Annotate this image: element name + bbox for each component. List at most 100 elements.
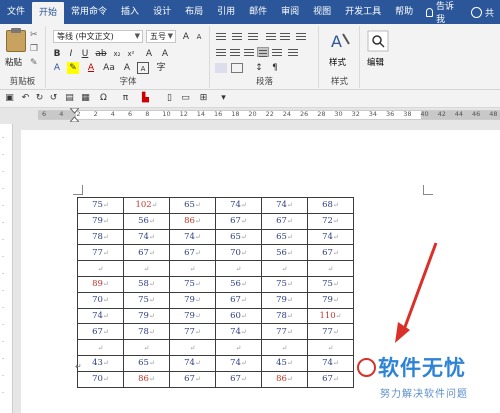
vertical-ruler[interactable]: · · · · · · · · · · · · · · · · [0, 124, 13, 413]
numbering-icon[interactable] [231, 31, 243, 41]
table-cell[interactable]: 79↵ [307, 291, 354, 309]
strikethrough-icon[interactable]: ab [95, 48, 107, 60]
user-icon[interactable] [471, 6, 482, 18]
table-cell[interactable]: 74↵ [169, 228, 216, 246]
styles-icon[interactable]: A [329, 30, 351, 52]
table-cell[interactable]: 67↵ [215, 291, 262, 309]
table-cell[interactable]: 67↵ [261, 212, 308, 230]
table-cell[interactable]: 89↵ [77, 275, 124, 293]
table-cell[interactable]: 78↵ [261, 307, 308, 325]
clear-format-icon[interactable]: A [143, 48, 155, 60]
shrink-font-icon[interactable]: A [193, 31, 205, 43]
table-cell[interactable]: 79↵ [261, 291, 308, 309]
table-cell[interactable]: 65↵ [261, 228, 308, 246]
table-cell[interactable]: 65↵ [215, 228, 262, 246]
data-table[interactable]: 75↵ 102↵ 65↵ 74↵ 74↵ 68↵ 79↵ 56↵ 86↵ 67↵ 67↵ 72↵ 78↵… [77, 197, 354, 388]
table-cell[interactable]: 56↵ [261, 244, 308, 262]
table-cell[interactable]: 77↵ [169, 323, 216, 341]
table-cell[interactable]: 70↵ [215, 244, 262, 262]
table-cell[interactable]: 67↵ [215, 370, 262, 388]
table-cell[interactable]: 74↵ [169, 354, 216, 372]
superscript-icon[interactable]: x² [125, 48, 137, 60]
multilevel-list-icon[interactable] [247, 31, 259, 41]
table-cell[interactable]: 72↵ [307, 212, 354, 230]
table-cell[interactable]: 75↵ [77, 197, 124, 214]
align-left-icon[interactable] [215, 47, 227, 57]
paste-icon[interactable] [6, 28, 26, 52]
table-cell[interactable]: 75↵ [123, 291, 170, 309]
phonetic-icon[interactable]: 字 [155, 62, 167, 74]
share-label[interactable]: 共 [485, 6, 494, 19]
tab-5[interactable]: 布局 [178, 0, 210, 24]
undo-icon[interactable]: ↶ [20, 93, 31, 104]
font-name-select[interactable]: 等线 (中文正文) ▼ [53, 30, 143, 43]
tab-9[interactable]: 视图 [306, 0, 338, 24]
insert-table-icon[interactable]: ▦ [80, 93, 91, 104]
table-cell[interactable]: ↵ [77, 339, 124, 356]
table-cell[interactable]: ↵ [261, 339, 308, 356]
table-cell[interactable]: 75↵ [169, 275, 216, 293]
tab-11[interactable]: 帮助 [388, 0, 420, 24]
distributed-icon[interactable] [271, 47, 283, 57]
format-painter-icon[interactable]: ✎ [30, 59, 39, 68]
table-cell[interactable]: ↵ [261, 260, 308, 277]
align-center-icon[interactable] [229, 47, 241, 57]
table-cell[interactable]: 58↵ [123, 275, 170, 293]
table-cell[interactable]: ↵ [77, 260, 124, 277]
italic-icon[interactable]: I [65, 48, 77, 60]
table-cell[interactable]: 56↵ [123, 212, 170, 230]
table-cell[interactable]: 67↵ [307, 370, 354, 388]
table-cell[interactable]: 79↵ [123, 307, 170, 325]
table-cell[interactable]: 102↵ [123, 197, 170, 214]
bullets-icon[interactable] [215, 31, 227, 41]
table-cell[interactable]: 74↵ [215, 197, 262, 214]
customize-qat-icon[interactable]: ▾ [218, 93, 229, 104]
text-effects-icon[interactable]: A [159, 48, 171, 60]
search-icon[interactable] [367, 30, 389, 52]
table-cell[interactable]: 79↵ [169, 291, 216, 309]
underline-icon[interactable]: U [79, 48, 91, 60]
highlight-icon[interactable]: ✎ [67, 62, 79, 74]
shading-color-icon[interactable]: ▙ [140, 93, 151, 104]
borders-grid-icon[interactable]: ⊞ [198, 93, 209, 104]
grow-font-icon[interactable]: A [180, 31, 192, 43]
tab-3[interactable]: 插入 [114, 0, 146, 24]
table-cell[interactable]: ↵ [307, 339, 354, 356]
table-cell[interactable]: ↵ [215, 260, 262, 277]
align-right-icon[interactable] [243, 47, 255, 57]
table-cell[interactable]: 110↵ [307, 307, 354, 325]
text-effect-icon[interactable]: A [51, 62, 63, 74]
table-cell[interactable]: 70↵ [77, 291, 124, 309]
redo-icon[interactable]: ↻ [34, 93, 45, 104]
tab-10[interactable]: 开发工具 [338, 0, 388, 24]
document-icon[interactable]: ▭ [180, 93, 191, 104]
paste-button-label[interactable]: 粘贴 [5, 56, 22, 68]
tab-4[interactable]: 设计 [146, 0, 178, 24]
table-cell[interactable]: 77↵ [261, 323, 308, 341]
table-cell[interactable]: 67↵ [169, 370, 216, 388]
table-cell[interactable]: 79↵ [77, 212, 124, 230]
save-icon[interactable]: ▣ [4, 93, 15, 104]
tab-7[interactable]: 邮件 [242, 0, 274, 24]
justify-icon[interactable] [257, 47, 269, 57]
table-cell[interactable]: 74↵ [123, 228, 170, 246]
decrease-indent-icon[interactable] [265, 31, 277, 41]
table-cell[interactable]: 74↵ [261, 197, 308, 214]
table-cell[interactable]: 65↵ [169, 197, 216, 214]
tell-me-search[interactable]: 告诉我 共 [420, 0, 500, 25]
styles-button-label[interactable]: 样式 [329, 56, 346, 68]
font-color-icon[interactable]: A [85, 62, 97, 74]
table-cell[interactable]: 67↵ [169, 244, 216, 262]
tab-2[interactable]: 常用命令 [64, 0, 114, 24]
table-cell[interactable]: 78↵ [123, 323, 170, 341]
chinese-layout-icon[interactable] [295, 31, 307, 41]
bold-icon[interactable]: B [51, 48, 63, 60]
show-marks-icon[interactable]: ¶ [269, 62, 281, 74]
table-cell[interactable]: ↵ [169, 339, 216, 356]
change-case-icon[interactable]: Aa [103, 62, 115, 74]
symbol-icon[interactable]: Ω [98, 93, 109, 104]
table-cell[interactable]: 78↵ [77, 228, 124, 246]
table-cell[interactable]: 43↵ [77, 354, 124, 372]
tab-8[interactable]: 审阅 [274, 0, 306, 24]
tab-6[interactable]: 引用 [210, 0, 242, 24]
